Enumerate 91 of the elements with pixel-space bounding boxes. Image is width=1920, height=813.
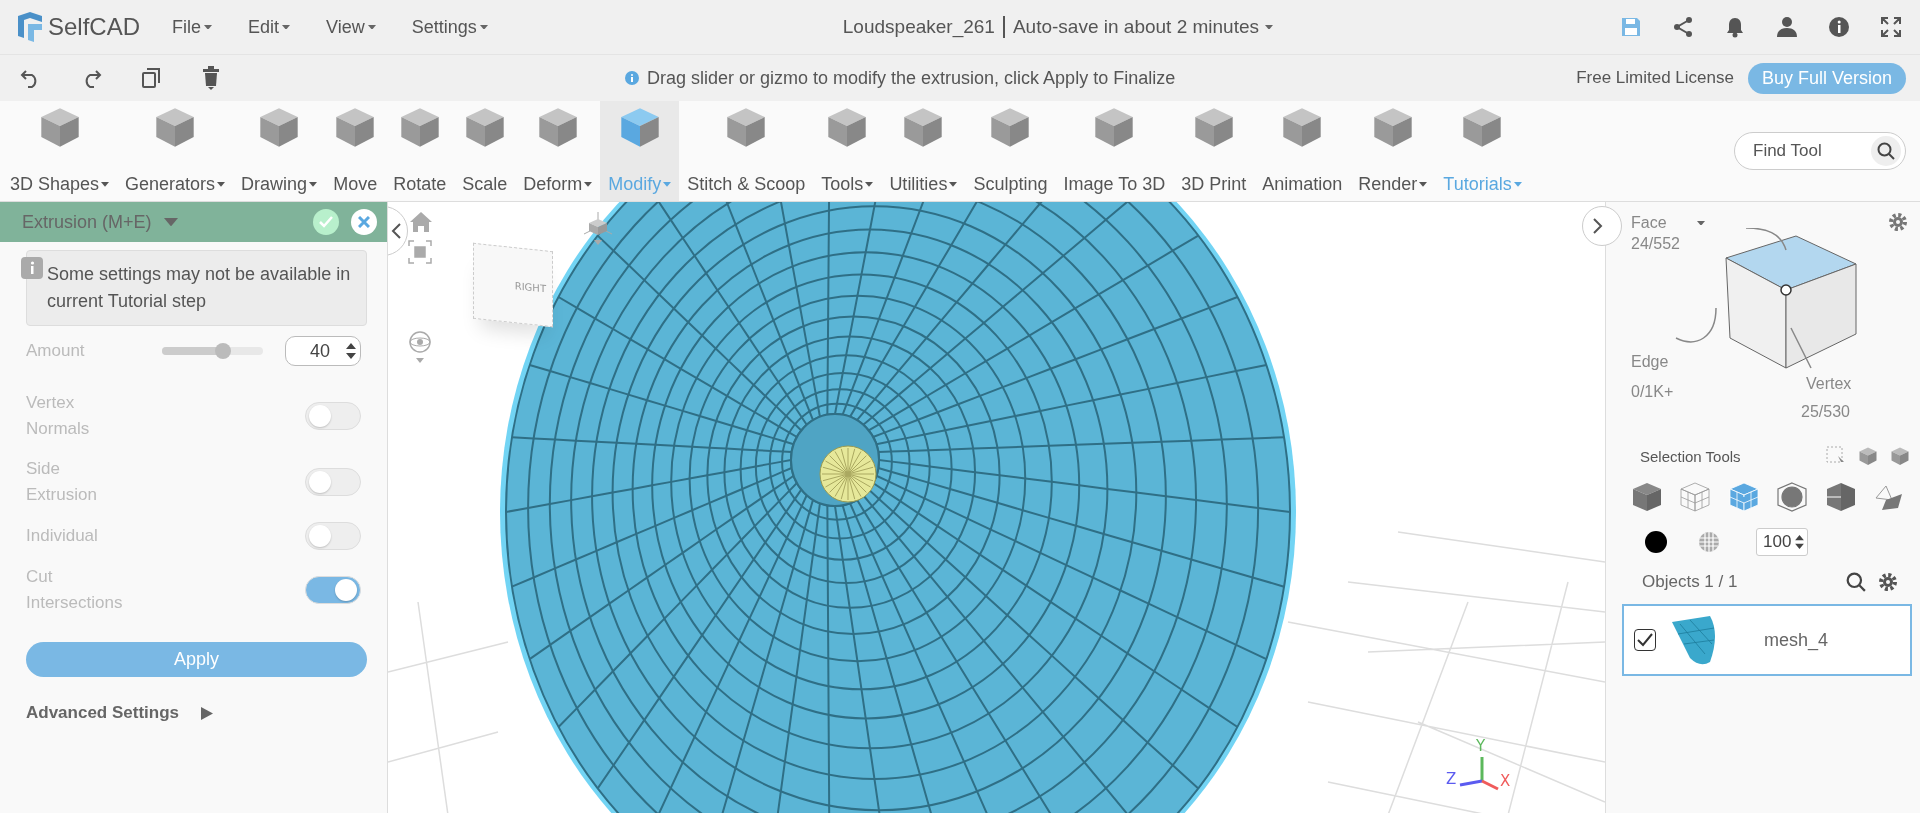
caret-icon bbox=[479, 24, 488, 30]
menu-item[interactable]: View bbox=[326, 16, 376, 38]
hint-text: Drag slider or gizmo to modify the extrusion, click Apply to Finalize bbox=[646, 67, 1176, 89]
tool-button[interactable]: Move bbox=[325, 101, 386, 201]
caret-icon bbox=[367, 24, 376, 30]
caret-icon bbox=[309, 182, 318, 187]
caret-icon bbox=[1419, 182, 1428, 187]
check-icon bbox=[319, 216, 333, 228]
caret-icon bbox=[865, 182, 874, 187]
search-field[interactable]: Find Tool bbox=[1734, 132, 1906, 170]
tool-button[interactable]: 3D Print bbox=[1173, 101, 1255, 201]
tool-button[interactable]: Drawing bbox=[233, 101, 326, 201]
tool-button[interactable]: Generators bbox=[117, 101, 234, 201]
tool-button[interactable]: 3D Shapes bbox=[2, 101, 118, 201]
axis-label: Z bbox=[1446, 770, 1457, 788]
caret-icon bbox=[1265, 24, 1274, 30]
object-row[interactable]: mesh_4 bbox=[1622, 604, 1912, 676]
search-icon bbox=[1877, 142, 1895, 160]
info-icon bbox=[624, 71, 639, 85]
user-icon[interactable] bbox=[1774, 14, 1800, 40]
menu-item[interactable]: Edit bbox=[248, 16, 291, 38]
caret-icon bbox=[163, 217, 178, 227]
toggle-switch[interactable] bbox=[305, 522, 361, 550]
tool-button[interactable]: Animation bbox=[1254, 101, 1351, 201]
toggle-label: Side Extrusion bbox=[26, 458, 98, 506]
stepper-icon bbox=[346, 343, 356, 359]
license-text: Free Limited License bbox=[1576, 68, 1734, 88]
caret-icon bbox=[584, 182, 593, 187]
toggle-label: Individual bbox=[26, 525, 99, 547]
toggle-label: Vertex Normals bbox=[26, 392, 91, 440]
tool-button[interactable]: Image To 3D bbox=[1055, 101, 1174, 201]
axis-label: X bbox=[1500, 772, 1511, 790]
cube-icon bbox=[1890, 446, 1910, 466]
caret-icon bbox=[949, 182, 958, 187]
tool-button[interactable]: Deform bbox=[515, 101, 601, 201]
cube-icon bbox=[1858, 446, 1878, 466]
objects-title: Objects 1 / 1 bbox=[1642, 572, 1738, 592]
field-label: Amount bbox=[26, 340, 86, 362]
stepper-icon bbox=[1795, 535, 1804, 549]
chevron-right-icon bbox=[1593, 218, 1603, 234]
close-icon bbox=[358, 216, 370, 228]
caret-icon bbox=[204, 24, 213, 30]
vertex-count: 25/530 bbox=[1801, 403, 1850, 420]
face-count: 24/552 bbox=[1631, 235, 1680, 252]
settings-icon[interactable] bbox=[1878, 572, 1898, 592]
menu-item[interactable]: Settings bbox=[411, 16, 488, 38]
chevron-left-icon bbox=[391, 223, 401, 239]
caret-icon bbox=[1696, 220, 1705, 226]
tool-button[interactable]: Render bbox=[1350, 101, 1436, 201]
amount-input[interactable]: 40 bbox=[285, 336, 361, 366]
app-logo: SelfCAD bbox=[48, 13, 141, 41]
toggle-label: Cut Intersections bbox=[26, 566, 124, 614]
panel-title: Extrusion (M+E) bbox=[22, 211, 152, 233]
edge-count: 0/1K+ bbox=[1631, 383, 1674, 400]
fullscreen-icon[interactable] bbox=[1878, 14, 1904, 40]
opacity-input[interactable]: 100 bbox=[1756, 528, 1808, 556]
object-name: mesh_4 bbox=[1764, 629, 1829, 651]
toggle-switch[interactable] bbox=[305, 576, 361, 604]
advanced-settings-toggle[interactable]: Advanced Settings bbox=[26, 703, 214, 723]
note-text: Some settings may not be available in current Tutorial step bbox=[47, 263, 352, 313]
tool-button[interactable]: Rotate bbox=[385, 101, 455, 201]
tool-button[interactable]: Stitch & Scoop bbox=[679, 101, 814, 201]
tool-button[interactable]: Utilities bbox=[881, 101, 966, 201]
axis-label: Y bbox=[1476, 737, 1486, 755]
search-icon[interactable] bbox=[1846, 572, 1866, 592]
selection-tools-label: Selection Tools bbox=[1640, 447, 1741, 465]
document-title: Loudspeaker_261 bbox=[842, 16, 1005, 38]
tool-button[interactable]: Tools bbox=[813, 101, 882, 201]
caret-icon bbox=[1513, 182, 1522, 187]
toggle-switch[interactable] bbox=[305, 468, 361, 496]
caret-icon bbox=[282, 24, 291, 30]
close-button[interactable] bbox=[351, 209, 377, 235]
slider-thumb[interactable] bbox=[214, 343, 231, 359]
collapse-right-button[interactable] bbox=[1582, 206, 1622, 246]
tool-button[interactable]: Sculpting bbox=[965, 101, 1056, 201]
selection-mode-button[interactable] bbox=[1775, 480, 1810, 514]
autosave-dropdown[interactable]: Auto-save in about 2 minutes bbox=[1012, 16, 1274, 38]
info-icon bbox=[21, 257, 43, 279]
toggle-switch[interactable] bbox=[305, 402, 361, 430]
caret-icon bbox=[217, 182, 226, 187]
caret-icon bbox=[663, 182, 672, 187]
caret-icon bbox=[101, 182, 110, 187]
tool-button[interactable]: Scale bbox=[454, 101, 516, 201]
selection-mode-button[interactable] bbox=[1630, 480, 1664, 514]
color-swatch[interactable] bbox=[1644, 530, 1668, 554]
logo-icon bbox=[16, 12, 44, 42]
3d-viewport-drawing[interactable] bbox=[388, 202, 1605, 813]
info-icon[interactable] bbox=[1826, 14, 1852, 40]
checkbox[interactable] bbox=[1634, 629, 1656, 651]
triangle-icon bbox=[201, 706, 214, 720]
menu-item[interactable]: File bbox=[172, 16, 213, 38]
